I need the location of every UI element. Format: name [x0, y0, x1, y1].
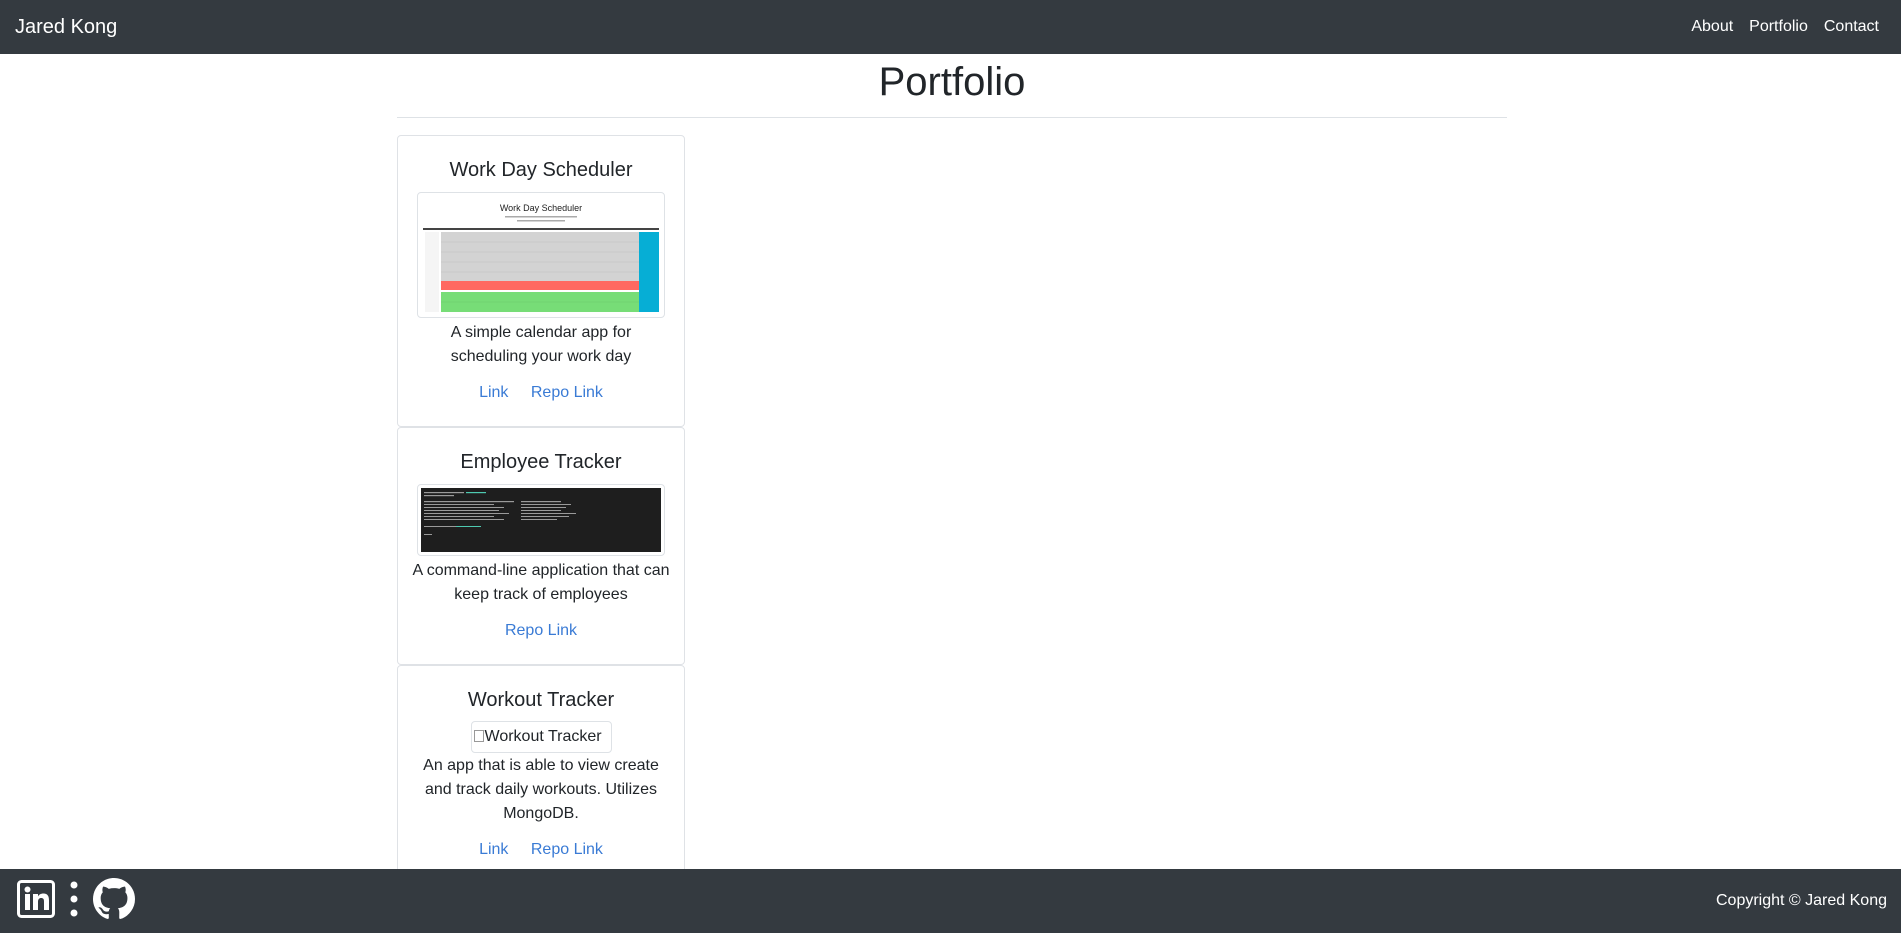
image-alt-text: Workout Tracker: [484, 728, 602, 745]
nav-portfolio-link[interactable]: Portfolio: [1741, 18, 1816, 36]
nav-contact-link[interactable]: Contact: [1816, 18, 1886, 36]
repo-link[interactable]: Repo Link: [505, 622, 577, 639]
repo-link[interactable]: Repo Link: [531, 841, 603, 858]
live-link[interactable]: Link: [479, 841, 508, 858]
title-divider: [397, 117, 1507, 118]
social-icons: [17, 877, 135, 925]
github-icon[interactable]: [93, 877, 135, 925]
employee-tracker-screenshot: [417, 484, 665, 556]
project-title: Work Day Scheduler: [449, 159, 633, 181]
work-day-scheduler-screenshot: Work Day Scheduler: [417, 192, 665, 318]
project-description: A command-line application that can keep…: [412, 562, 670, 603]
project-links: Link Repo Link: [398, 384, 684, 402]
more-vertical-icon: [69, 879, 79, 924]
top-navbar: Jared Kong About Portfolio Contact: [0, 0, 1901, 54]
page-title: Portfolio: [878, 60, 1026, 104]
project-card-workout-tracker: Workout Tracker Workout Tracker An app t…: [397, 665, 685, 875]
project-title: Employee Tracker: [460, 451, 622, 473]
project-description: An app that is able to view create and t…: [423, 757, 659, 822]
scheduler-preview-image: Work Day Scheduler: [421, 196, 661, 314]
repo-link[interactable]: Repo Link: [531, 384, 603, 401]
linkedin-icon[interactable]: [17, 879, 55, 923]
project-card-employee-tracker: Employee Tracker A command-line applicat…: [397, 427, 685, 665]
project-card-work-day-scheduler: Work Day Scheduler Work Day Scheduler A …: [397, 135, 685, 427]
brand-link[interactable]: Jared Kong: [15, 16, 117, 39]
project-links: Repo Link: [398, 622, 684, 640]
nav-about-link[interactable]: About: [1683, 18, 1741, 36]
copyright-text: Copyright © Jared Kong: [1716, 892, 1887, 909]
scheduler-rows: [425, 232, 659, 312]
project-links: Link Repo Link: [398, 841, 684, 859]
workout-tracker-broken-image: Workout Tracker: [470, 721, 612, 753]
project-title: Workout Tracker: [467, 689, 615, 711]
terminal-preview-image: [421, 488, 661, 552]
broken-image-icon: [473, 730, 484, 742]
footer: Copyright © Jared Kong: [0, 869, 1901, 933]
nav-links: About Portfolio Contact: [1683, 18, 1886, 36]
scheduler-preview-title: Work Day Scheduler: [500, 203, 582, 213]
project-description: A simple calendar app for scheduling you…: [450, 324, 632, 365]
live-link[interactable]: Link: [479, 384, 508, 401]
